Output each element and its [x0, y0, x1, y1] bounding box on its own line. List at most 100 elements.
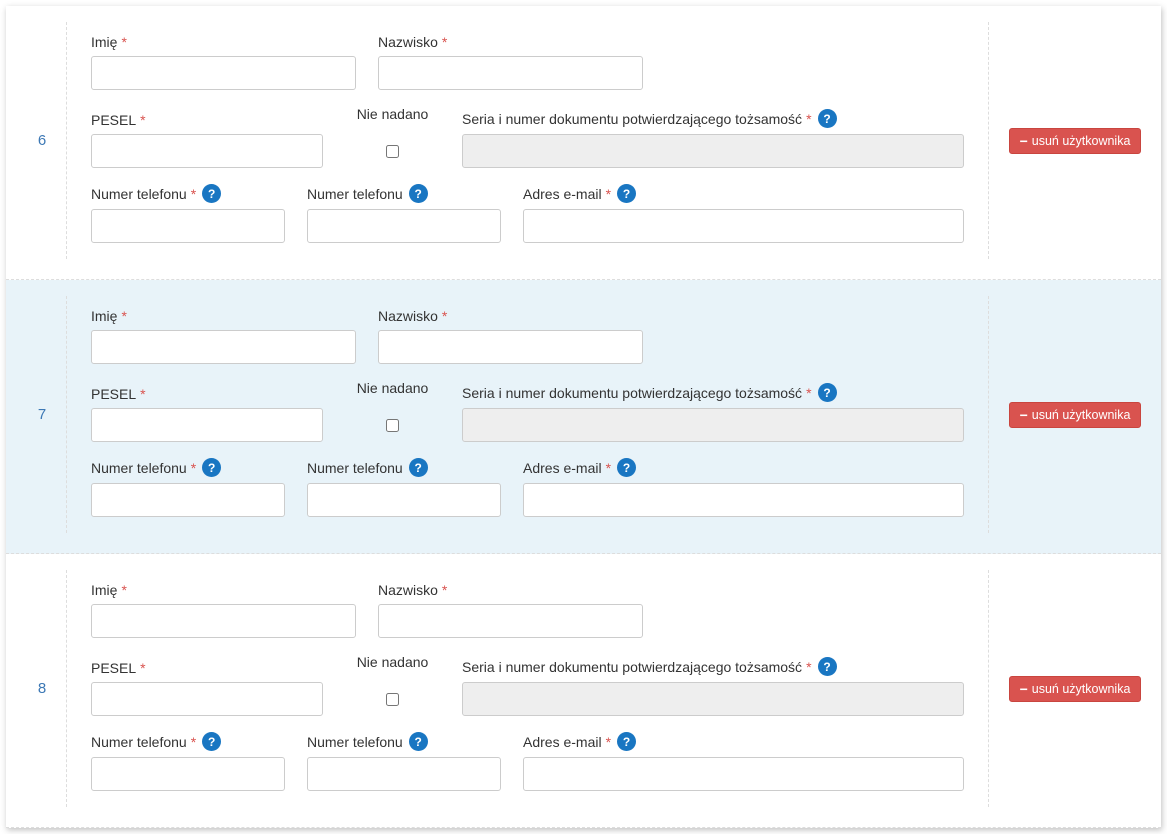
minus-icon: − — [1020, 682, 1028, 696]
last-name-label: Nazwisko * — [378, 582, 643, 598]
pesel-input[interactable] — [91, 408, 323, 442]
delete-user-button[interactable]: −usuń użytkownika — [1009, 402, 1142, 428]
email-input[interactable] — [523, 757, 964, 791]
help-icon[interactable]: ? — [409, 732, 428, 751]
user-row: 7Imię *Nazwisko *PESEL *Nie nadanoSeria … — [6, 280, 1161, 554]
last-name-label: Nazwisko * — [378, 34, 643, 50]
phone-2-input[interactable] — [307, 209, 501, 243]
last-name-input[interactable] — [378, 604, 643, 638]
phone-1-input[interactable] — [91, 757, 285, 791]
pesel-not-given-checkbox[interactable] — [386, 419, 399, 432]
email-input[interactable] — [523, 209, 964, 243]
id-document-field: Seria i numer dokumentu potwierdzającego… — [462, 383, 964, 442]
email-label: Adres e-mail * ? — [523, 184, 964, 203]
row-number: 7 — [18, 406, 66, 423]
delete-user-button[interactable]: −usuń użytkownika — [1009, 676, 1142, 702]
pesel-not-given-checkbox[interactable] — [386, 145, 399, 158]
id-document-label: Seria i numer dokumentu potwierdzającego… — [462, 657, 964, 676]
required-marker: * — [121, 308, 126, 324]
pesel-input[interactable] — [91, 134, 323, 168]
phone-1-field: Numer telefonu * ? — [91, 732, 285, 791]
last-name-input[interactable] — [378, 56, 643, 90]
id-document-label-text: Seria i numer dokumentu potwierdzającego… — [462, 385, 802, 401]
minus-icon: − — [1020, 408, 1028, 422]
phone-2-input[interactable] — [307, 757, 501, 791]
required-marker: * — [140, 386, 145, 402]
required-marker: * — [140, 112, 145, 128]
help-icon[interactable]: ? — [202, 732, 221, 751]
form-area: Imię *Nazwisko *PESEL *Nie nadanoSeria i… — [66, 296, 989, 533]
required-marker: * — [121, 34, 126, 50]
id-document-label: Seria i numer dokumentu potwierdzającego… — [462, 383, 964, 402]
pesel-not-given-label: Nie nadano — [357, 380, 429, 396]
email-input[interactable] — [523, 483, 964, 517]
user-row: 8Imię *Nazwisko *PESEL *Nie nadanoSeria … — [6, 554, 1161, 828]
email-label-text: Adres e-mail — [523, 734, 602, 750]
required-marker: * — [806, 659, 811, 675]
last-name-input[interactable] — [378, 330, 643, 364]
email-label: Adres e-mail * ? — [523, 732, 964, 751]
help-icon[interactable]: ? — [818, 657, 837, 676]
pesel-label: PESEL * — [91, 112, 323, 128]
help-icon[interactable]: ? — [617, 732, 636, 751]
help-icon[interactable]: ? — [617, 458, 636, 477]
phone-2-input[interactable] — [307, 483, 501, 517]
phone-2-label-text: Numer telefonu — [307, 460, 403, 476]
email-field: Adres e-mail * ? — [523, 184, 964, 243]
help-icon[interactable]: ? — [818, 109, 837, 128]
pesel-label: PESEL * — [91, 386, 323, 402]
first-name-input[interactable] — [91, 330, 356, 364]
phone-1-label: Numer telefonu * ? — [91, 458, 285, 477]
pesel-not-given-checkbox[interactable] — [386, 693, 399, 706]
pesel-input[interactable] — [91, 682, 323, 716]
phone-2-label: Numer telefonu ? — [307, 184, 501, 203]
phone-2-field: Numer telefonu ? — [307, 458, 501, 517]
phone-2-label-text: Numer telefonu — [307, 186, 403, 202]
phone-1-field: Numer telefonu * ? — [91, 458, 285, 517]
required-marker: * — [806, 385, 811, 401]
phone-1-field: Numer telefonu * ? — [91, 184, 285, 243]
help-icon[interactable]: ? — [202, 458, 221, 477]
first-name-label: Imię * — [91, 34, 356, 50]
last-name-label-text: Nazwisko — [378, 34, 438, 50]
pesel-not-given-field: Nie nadano — [345, 106, 440, 168]
delete-user-label: usuń użytkownika — [1032, 408, 1131, 422]
email-field: Adres e-mail * ? — [523, 458, 964, 517]
help-icon[interactable]: ? — [409, 458, 428, 477]
id-document-input — [462, 134, 964, 168]
required-marker: * — [606, 460, 611, 476]
id-document-label-text: Seria i numer dokumentu potwierdzającego… — [462, 111, 802, 127]
required-marker: * — [606, 734, 611, 750]
phone-1-input[interactable] — [91, 483, 285, 517]
first-name-input[interactable] — [91, 56, 356, 90]
last-name-field: Nazwisko * — [378, 34, 643, 90]
help-icon[interactable]: ? — [202, 184, 221, 203]
pesel-not-given-label-text: Nie nadano — [357, 380, 429, 396]
pesel-not-given-field: Nie nadano — [345, 654, 440, 716]
phone-1-label: Numer telefonu * ? — [91, 184, 285, 203]
required-marker: * — [191, 734, 196, 750]
last-name-label-text: Nazwisko — [378, 582, 438, 598]
phone-1-label-text: Numer telefonu — [91, 734, 187, 750]
delete-user-button[interactable]: −usuń użytkownika — [1009, 128, 1142, 154]
phone-1-input[interactable] — [91, 209, 285, 243]
pesel-not-given-label: Nie nadano — [357, 654, 429, 670]
phone-2-label: Numer telefonu ? — [307, 458, 501, 477]
help-icon[interactable]: ? — [617, 184, 636, 203]
first-name-input[interactable] — [91, 604, 356, 638]
pesel-not-given-label-text: Nie nadano — [357, 654, 429, 670]
row-actions: −usuń użytkownika — [989, 402, 1149, 428]
first-name-label: Imię * — [91, 582, 356, 598]
help-icon[interactable]: ? — [409, 184, 428, 203]
id-document-label: Seria i numer dokumentu potwierdzającego… — [462, 109, 964, 128]
help-icon[interactable]: ? — [818, 383, 837, 402]
required-marker: * — [442, 34, 447, 50]
phone-2-field: Numer telefonu ? — [307, 732, 501, 791]
required-marker: * — [191, 460, 196, 476]
form-area: Imię *Nazwisko *PESEL *Nie nadanoSeria i… — [66, 570, 989, 807]
pesel-not-given-label-text: Nie nadano — [357, 106, 429, 122]
delete-user-label: usuń użytkownika — [1032, 682, 1131, 696]
pesel-label-text: PESEL — [91, 112, 136, 128]
required-marker: * — [442, 308, 447, 324]
required-marker: * — [442, 582, 447, 598]
